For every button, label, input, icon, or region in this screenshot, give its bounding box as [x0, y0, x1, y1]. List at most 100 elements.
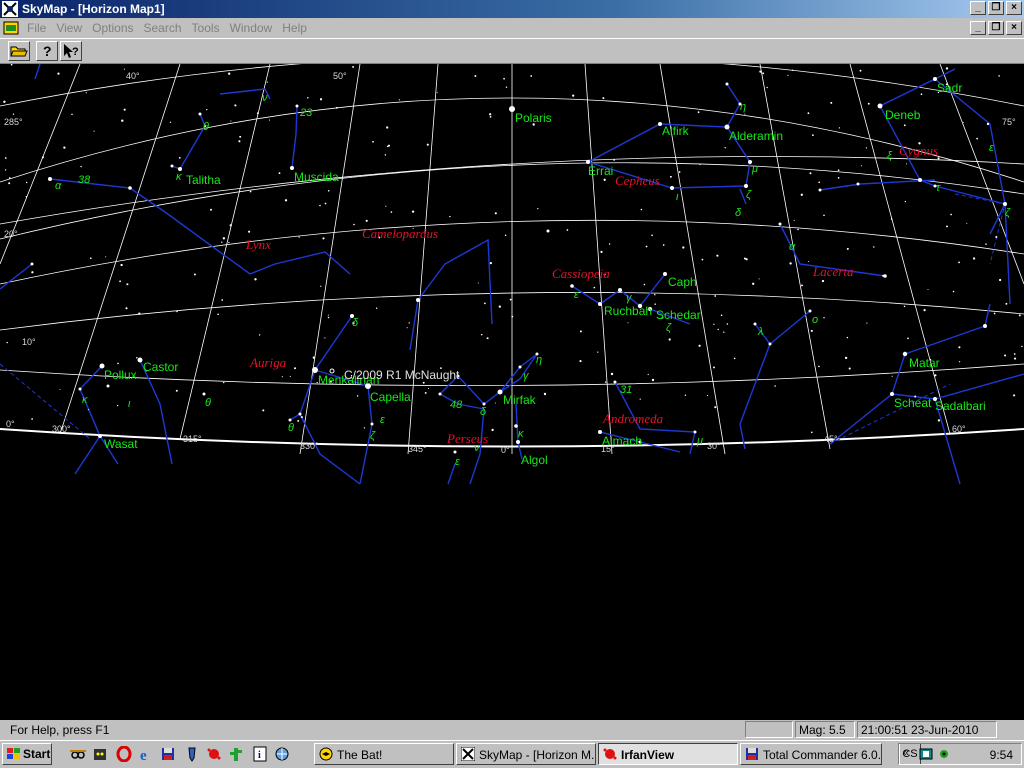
menu-file[interactable]: File: [24, 21, 53, 35]
label-errai: Errai: [588, 164, 614, 178]
toolbar: ? ?: [0, 38, 1024, 64]
tray-clock[interactable]: 9:54: [990, 748, 1013, 762]
faint-star: [427, 387, 430, 390]
az-label-330: 330°: [300, 441, 319, 451]
faint-star: [530, 75, 533, 77]
quicklaunch-marker-icon[interactable]: [184, 746, 200, 762]
label-scheat: Scheat: [894, 396, 932, 410]
tray-virus-icon[interactable]: [937, 747, 951, 761]
greek-zeta-cep: ζ: [746, 189, 752, 201]
tray-network-icon[interactable]: [919, 747, 933, 761]
faint-star: [701, 258, 704, 261]
greek-eta-cep: η: [740, 101, 747, 113]
azimuth-line-75: [939, 64, 1024, 285]
faint-star: [93, 130, 95, 132]
label-cygnus: Cygnus: [899, 143, 938, 158]
title-bar[interactable]: SkyMap - [Horizon Map1] _ ❐ ×: [0, 0, 1024, 18]
faint-star: [230, 120, 232, 122]
quicklaunch-info-icon[interactable]: i: [252, 746, 268, 762]
faint-star: [298, 236, 300, 238]
document-icon[interactable]: [3, 20, 19, 36]
quicklaunch-cat-icon[interactable]: [92, 746, 108, 762]
menu-search[interactable]: Search: [141, 21, 189, 35]
quicklaunch-glasses-icon[interactable]: [70, 746, 86, 762]
label-lynx: Lynx: [246, 237, 271, 252]
faint-star: [846, 247, 849, 250]
num-48: 48: [450, 399, 463, 411]
task-skymap[interactable]: SkyMap - [Horizon M...: [456, 743, 596, 765]
faint-star: [498, 305, 501, 308]
quicklaunch-splat-icon[interactable]: [206, 746, 222, 762]
quicklaunch-floppy-icon[interactable]: [160, 746, 176, 762]
skymap-task-icon: [461, 747, 475, 761]
quicklaunch-cactus-icon[interactable]: [228, 746, 244, 762]
menu-options[interactable]: Options: [89, 21, 140, 35]
restore-button[interactable]: ❐: [988, 1, 1004, 15]
close-button[interactable]: ×: [1006, 1, 1022, 15]
faint-star: [647, 373, 649, 376]
about-button[interactable]: ?: [36, 41, 58, 61]
label-sadr: Sadr: [937, 81, 963, 95]
minimize-button[interactable]: _: [970, 1, 986, 15]
faint-star: [714, 295, 717, 297]
faint-star: [903, 124, 906, 127]
quicklaunch-ie-icon[interactable]: e: [138, 746, 154, 762]
menu-window[interactable]: Window: [227, 21, 280, 35]
task-the-bat[interactable]: The Bat!: [314, 743, 454, 765]
faint-star: [322, 237, 325, 240]
faint-star: [985, 243, 987, 245]
faint-star: [228, 241, 230, 244]
faint-star: [335, 106, 338, 109]
tray-expand-icon[interactable]: «: [903, 747, 909, 759]
faint-star: [293, 367, 297, 370]
az-label-30: 30°: [707, 441, 721, 451]
folder-open-icon: [10, 46, 28, 57]
faint-star: [386, 126, 389, 129]
line-talitha: [171, 113, 206, 170]
child-restore-button[interactable]: ❐: [988, 21, 1004, 35]
open-button[interactable]: [8, 41, 30, 61]
faint-star: [823, 317, 825, 319]
faint-star: [759, 70, 762, 73]
horizon-map[interactable]: Polaris Alfirk Alderamin Errai Deneb Sad…: [0, 64, 1024, 720]
faint-star: [1021, 345, 1023, 348]
menu-view[interactable]: View: [53, 21, 89, 35]
faint-star: [284, 199, 288, 202]
faint-star: [228, 72, 231, 75]
faint-star: [766, 86, 768, 89]
alt-label-40: 40°: [126, 71, 140, 81]
child-minimize-button[interactable]: _: [970, 21, 986, 35]
az-label-0: 0°: [501, 445, 510, 455]
faint-star: [206, 108, 208, 111]
irfanview-icon: [603, 748, 617, 760]
faint-star: [262, 409, 265, 412]
menu-tools[interactable]: Tools: [189, 21, 227, 35]
faint-star: [865, 147, 868, 149]
context-help-button[interactable]: ?: [60, 41, 82, 61]
faint-star: [123, 108, 126, 111]
faint-star: [579, 330, 582, 333]
menu-help[interactable]: Help: [279, 21, 314, 35]
quicklaunch-globe-icon[interactable]: [274, 746, 290, 762]
faint-star: [1013, 394, 1016, 397]
faint-star: [774, 385, 776, 387]
child-close-button[interactable]: ×: [1006, 21, 1022, 35]
faint-star: [319, 204, 321, 207]
faint-star: [324, 202, 327, 205]
label-cassiopeia: Cassiopeia: [552, 266, 610, 281]
faint-star: [85, 92, 87, 94]
faint-star: [662, 244, 665, 246]
label-comet: C/2009 R1 McNaught: [344, 368, 460, 382]
task-irfanview[interactable]: IrfanView: [598, 743, 738, 765]
start-button[interactable]: Start: [2, 743, 52, 765]
task-total-commander[interactable]: Total Commander 6.0...: [740, 743, 882, 765]
faint-star: [319, 98, 323, 101]
quicklaunch-opera-icon[interactable]: [116, 746, 132, 762]
question-icon: ?: [43, 43, 52, 59]
line-camelopardus: [417, 238, 493, 325]
faint-star: [1013, 353, 1016, 355]
faint-star: [597, 351, 599, 353]
label-schedar: Schedar: [656, 308, 701, 322]
sky-canvas[interactable]: [0, 64, 1024, 720]
line-cepheus-top: [726, 83, 741, 128]
